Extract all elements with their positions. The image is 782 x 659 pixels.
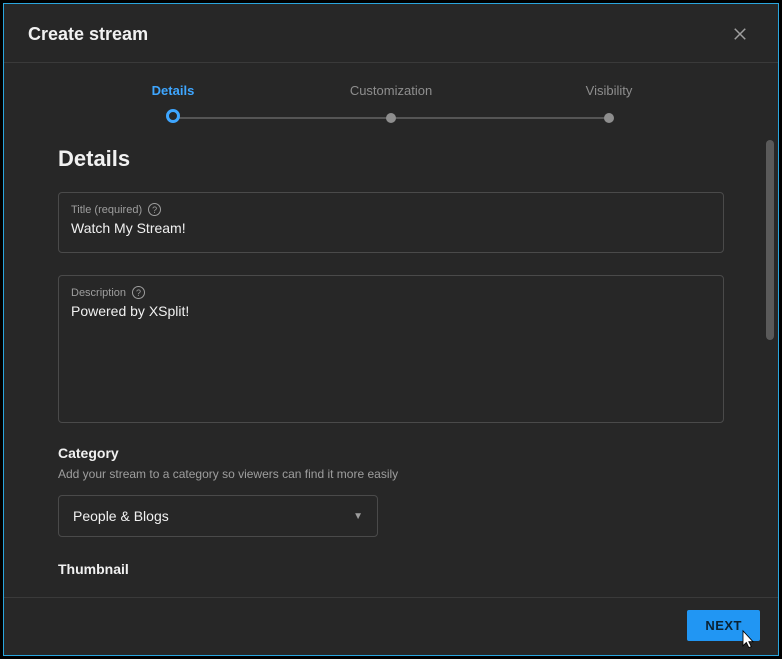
description-input[interactable]: [71, 303, 711, 393]
step-circle-active-icon: [166, 109, 180, 123]
step-details[interactable]: Details: [64, 83, 282, 98]
step-label: Visibility: [586, 83, 633, 98]
stepper-track: [64, 108, 718, 128]
help-icon[interactable]: ?: [132, 286, 145, 299]
close-icon: [731, 25, 749, 43]
scrollbar-thumb[interactable]: [766, 140, 774, 340]
dialog-footer: NEXT: [4, 597, 778, 655]
section-heading: Details: [58, 146, 724, 172]
stepper: Details Customization Visibility: [4, 63, 778, 98]
help-icon[interactable]: ?: [148, 203, 161, 216]
dialog-title: Create stream: [28, 24, 726, 45]
category-hint: Add your stream to a category so viewers…: [58, 467, 724, 481]
category-select[interactable]: People & Blogs ▼: [58, 495, 378, 537]
title-input[interactable]: [71, 220, 711, 236]
step-customization[interactable]: Customization: [282, 83, 500, 98]
step-circle-icon: [386, 113, 396, 123]
description-field-container[interactable]: Description ?: [58, 275, 724, 423]
category-heading: Category: [58, 445, 724, 461]
category-selected-value: People & Blogs: [73, 508, 353, 524]
step-circle-icon: [604, 113, 614, 123]
thumbnail-heading: Thumbnail: [58, 561, 724, 577]
title-field-container[interactable]: Title (required) ?: [58, 192, 724, 253]
close-button[interactable]: [726, 20, 754, 48]
title-field-label: Title (required) ?: [71, 203, 711, 216]
step-label: Details: [152, 83, 195, 98]
create-stream-dialog: Create stream Details Customization Visi…: [3, 3, 779, 656]
next-button[interactable]: NEXT: [687, 610, 760, 641]
step-label: Customization: [350, 83, 432, 98]
dialog-titlebar: Create stream: [4, 4, 778, 63]
chevron-down-icon: ▼: [353, 511, 363, 522]
description-field-label: Description ?: [71, 286, 711, 299]
dialog-content: Details Title (required) ? Description ?…: [4, 128, 778, 597]
step-visibility[interactable]: Visibility: [500, 83, 718, 98]
